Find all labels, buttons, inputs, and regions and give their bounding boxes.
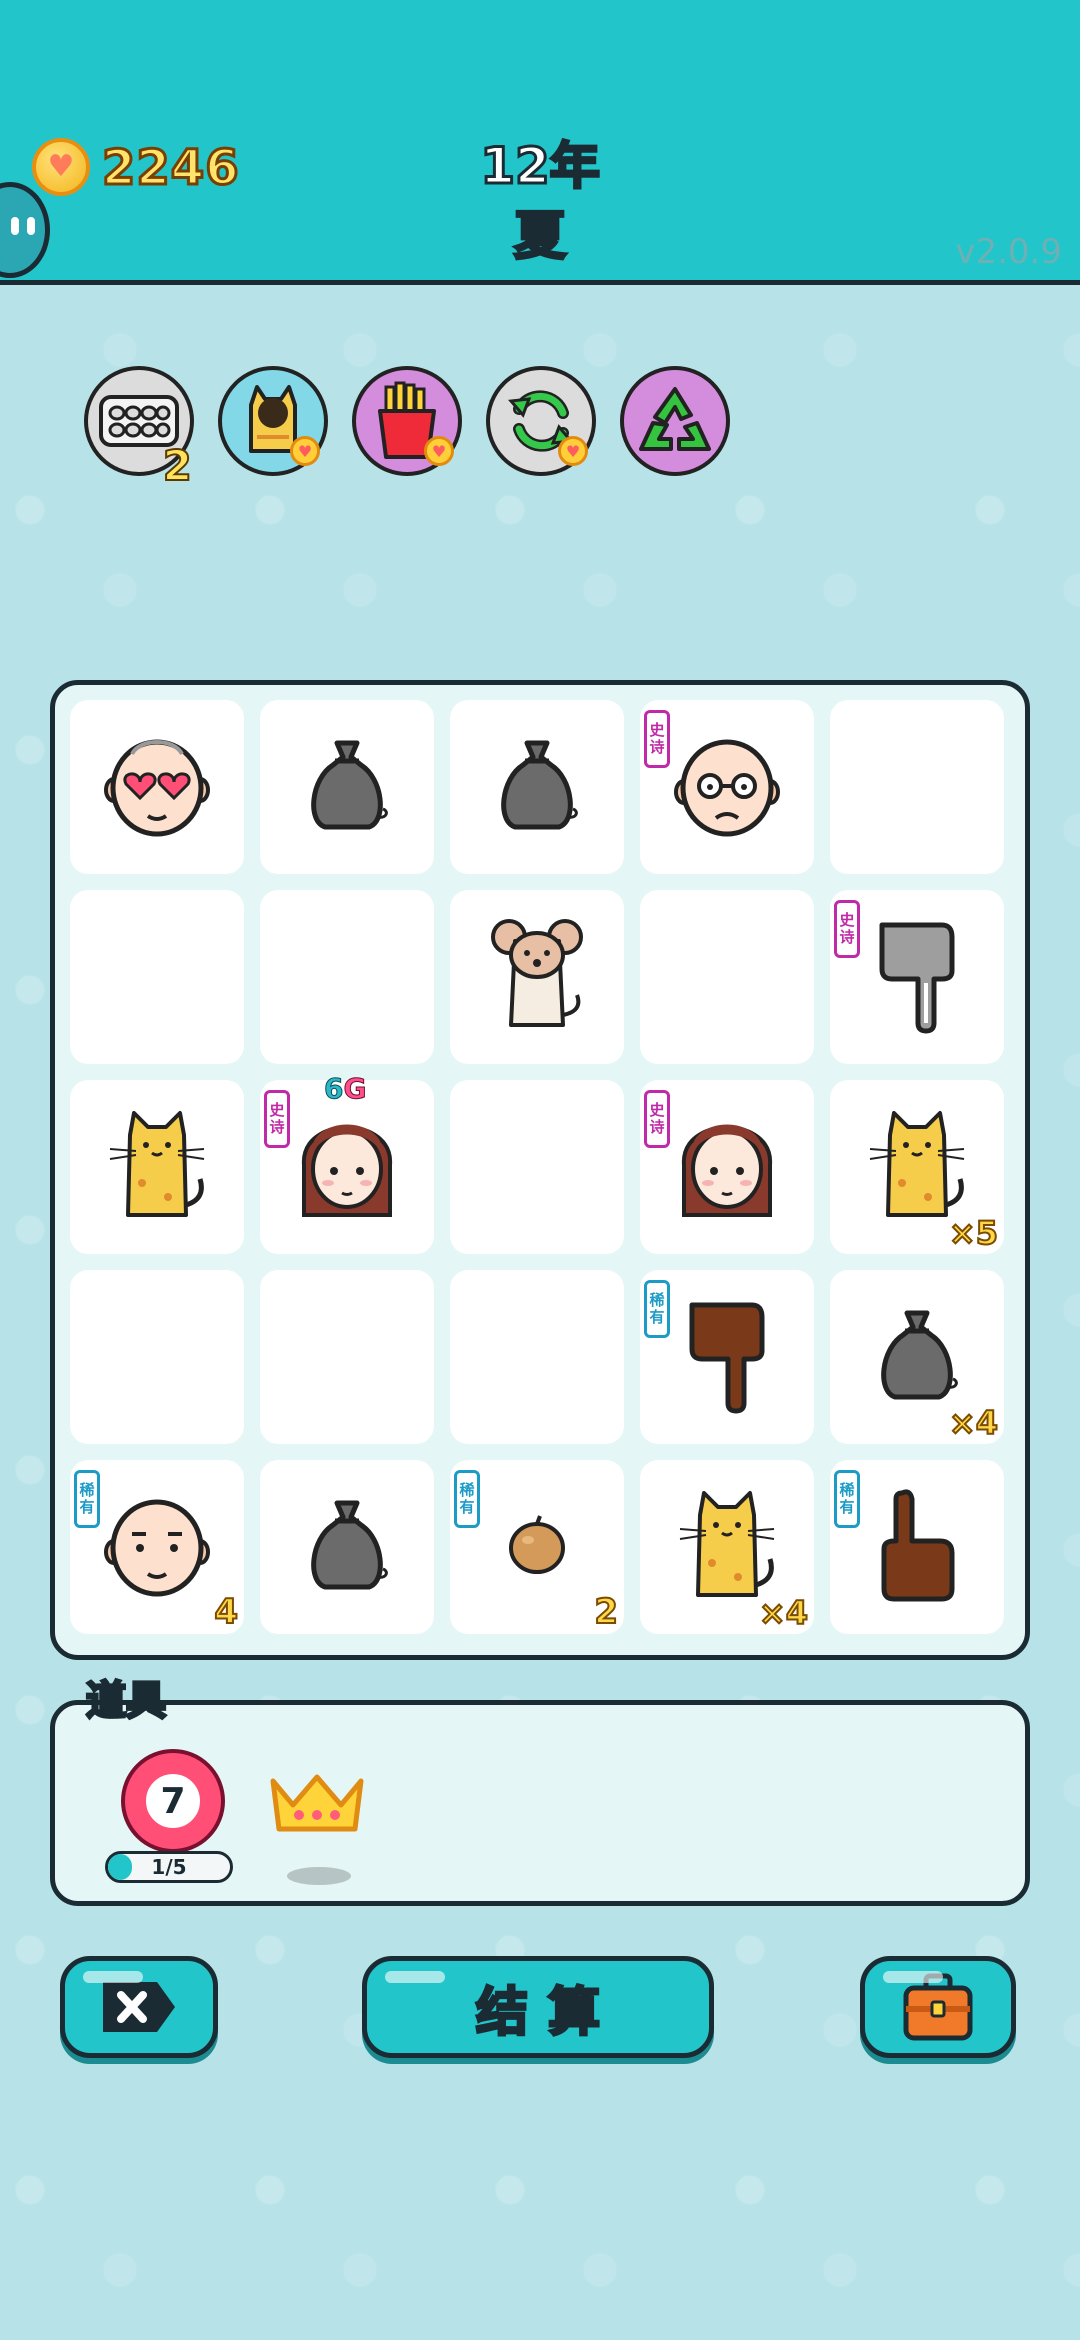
multiplier-label: ×4 [758,1593,809,1633]
refresh-skill-button[interactable]: ♥ [486,366,596,476]
girl-braids-icon [292,1105,402,1229]
multiplier-label: ×5 [948,1213,999,1253]
yellow-cat-icon [862,1105,972,1229]
board-cell[interactable] [70,700,244,874]
epic-rarity-tag: 史诗 [644,710,670,768]
board-cell[interactable] [260,700,434,874]
crown-icon[interactable] [267,1771,367,1837]
epic-rarity-tag: 史诗 [264,1090,290,1148]
board-cell[interactable]: ×4 [640,1460,814,1634]
crown-shadow [287,1867,351,1885]
brown-up-hand-icon [872,1485,962,1609]
board-cell[interactable] [260,1460,434,1634]
rare-rarity-tag: 稀有 [74,1470,100,1528]
cat-hole-skill-button[interactable]: ♥ [218,366,328,476]
board-cell[interactable]: 史诗 [640,1080,814,1254]
board-cell[interactable] [450,700,624,874]
mouse-icon [487,915,587,1039]
fries-skill-button[interactable]: ♥ [352,366,462,476]
season-label: 夏 [512,206,567,269]
egg-tray-skill-button[interactable]: 2 [84,366,194,491]
board-cell[interactable] [260,1270,434,1444]
items-title: 道具 [85,1677,168,1726]
board-cell[interactable] [70,890,244,1064]
board-cell[interactable]: 稀有 [830,1460,1004,1634]
target-icon: 7 [136,1764,210,1838]
rare-rarity-tag: 稀有 [644,1280,670,1338]
board-cell[interactable] [450,1080,624,1254]
year-label: 12年 [479,136,602,197]
potato-icon [502,1510,572,1584]
egg-tray-count: 2 [162,440,193,491]
coin-icon: ♥ [32,138,90,196]
board-cell[interactable]: ×4 [830,1270,1004,1444]
heart-eyes-old-man-icon [102,730,212,844]
dart-item[interactable]: 7 [121,1749,225,1853]
game-board: 史诗史诗史诗 6G 史诗 ×5 稀有 ×4 稀有 4 稀有 2 ×4 稀有 [50,680,1030,1660]
gray-pointing-hand-icon [872,915,962,1039]
ghost-avatar-icon[interactable] [0,182,50,278]
count-label: 2 [593,1591,619,1633]
version-label: v2.0.9 [955,232,1062,272]
garbage-bag-icon [299,1495,395,1599]
old-man-glasses-icon [672,730,782,844]
level-mark: 6G [323,1072,367,1106]
girl-braids-icon [672,1105,782,1229]
heart-cost-icon: ♥ [558,436,588,466]
bald-man-icon [102,1490,212,1604]
board-cell[interactable] [450,890,624,1064]
board-cell[interactable]: 稀有 2 [450,1460,624,1634]
rare-rarity-tag: 稀有 [454,1470,480,1528]
yellow-cat-icon [102,1105,212,1229]
epic-rarity-tag: 史诗 [834,900,860,958]
yellow-cat-icon [672,1485,782,1609]
garbage-bag-icon [299,735,395,839]
board-cell[interactable] [70,1270,244,1444]
garbage-bag-icon [869,1305,965,1409]
settle-button[interactable]: 结算 [362,1956,714,2058]
coin-count: 2246 [101,139,241,198]
rare-rarity-tag: 稀有 [834,1470,860,1528]
board-cell[interactable]: 稀有 4 [70,1460,244,1634]
quit-button[interactable] [60,1956,218,2058]
garbage-bag-icon [489,735,585,839]
board-cell[interactable] [640,890,814,1064]
multiplier-label: ×4 [948,1403,999,1443]
items-panel: 7 1/5 [50,1700,1030,1906]
inventory-button[interactable] [860,1956,1016,2058]
board-cell[interactable]: ×5 [830,1080,1004,1254]
dart-progress-label: 1/5 [151,1855,187,1879]
epic-rarity-tag: 史诗 [644,1090,670,1148]
settle-button-label: 结算 [474,1981,620,2044]
board-cell[interactable] [70,1080,244,1254]
recycle-icon [639,387,711,451]
close-tag-icon [103,1982,175,2032]
heart-cost-icon: ♥ [290,436,320,466]
board-cell[interactable]: 史诗 6G [260,1072,434,1254]
dart-count: 7 [160,1780,186,1822]
recycle-skill-button[interactable] [620,366,730,476]
top-bar: ♥ 2246 12年 夏 v2.0.9 [0,0,1080,285]
board-cell[interactable]: 史诗 [640,700,814,874]
board-cell[interactable] [830,700,1004,874]
board-cell[interactable]: 稀有 [640,1270,814,1444]
dart-progress-bar: 1/5 [105,1851,233,1883]
brown-pointing-hand-icon [682,1295,772,1419]
board-cell[interactable] [260,890,434,1064]
board-cell[interactable]: 史诗 [830,890,1004,1064]
board-cell[interactable] [450,1270,624,1444]
heart-cost-icon: ♥ [424,436,454,466]
count-label: 4 [213,1591,239,1633]
